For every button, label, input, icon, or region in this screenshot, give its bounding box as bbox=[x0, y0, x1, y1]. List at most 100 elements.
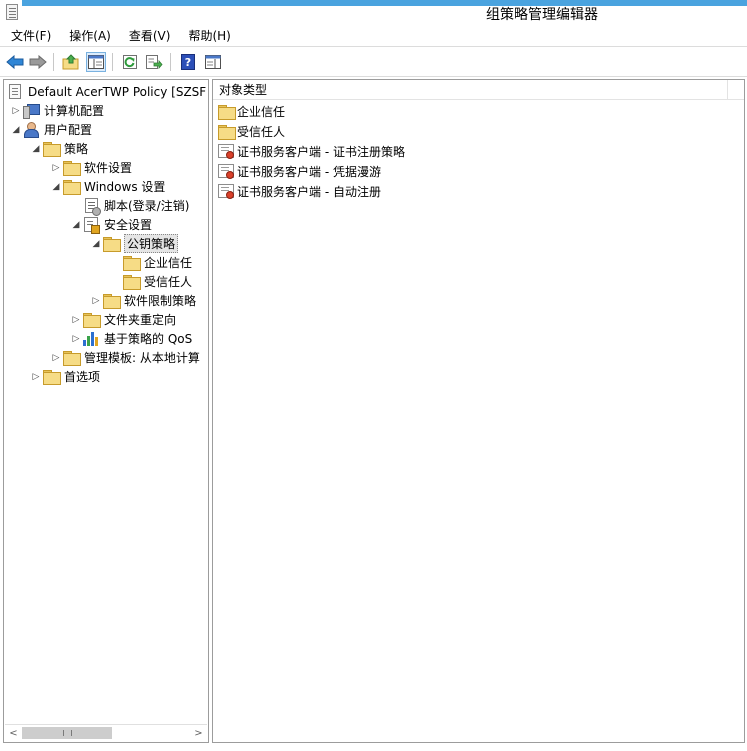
list-item-label: 企业信任 bbox=[237, 104, 286, 119]
scroll-left-arrow-icon[interactable]: < bbox=[5, 725, 22, 741]
title-bar: 组策略管理编辑器 bbox=[0, 0, 747, 25]
folder-icon bbox=[43, 142, 61, 157]
tree-item-policies[interactable]: ◢ 策略 bbox=[30, 139, 88, 158]
properties-pane-icon bbox=[205, 55, 221, 69]
column-header-object-type[interactable]: 对象类型 bbox=[213, 80, 728, 100]
list-item-trusted-people[interactable]: 受信任人 bbox=[217, 121, 285, 141]
export-list-icon bbox=[146, 55, 163, 70]
collapse-arrow-icon[interactable]: ◢ bbox=[90, 234, 102, 253]
folder-icon bbox=[83, 313, 101, 328]
tree-item-label: 文件夹重定向 bbox=[104, 313, 177, 327]
tree-item-label: 安全设置 bbox=[104, 218, 153, 232]
policy-document-icon bbox=[9, 84, 21, 99]
expand-arrow-icon[interactable]: ▷ bbox=[90, 291, 102, 310]
list-item-auto-enrollment[interactable]: 证书服务客户端 - 自动注册 bbox=[217, 181, 381, 201]
tree-item-public-key-policies[interactable]: ◢ 公钥策略 bbox=[90, 234, 179, 253]
tree-item-label: Windows 设置 bbox=[84, 180, 166, 194]
list-item-credential-roaming[interactable]: 证书服务客户端 - 凭据漫游 bbox=[217, 161, 381, 181]
certificate-icon bbox=[218, 184, 234, 199]
toolbar-separator bbox=[170, 53, 171, 71]
forward-arrow-icon bbox=[29, 55, 47, 69]
collapse-arrow-icon[interactable]: ◢ bbox=[70, 215, 82, 234]
refresh-button[interactable] bbox=[120, 52, 140, 72]
show-hide-tree-icon bbox=[88, 55, 104, 69]
expand-arrow-icon[interactable]: ▷ bbox=[70, 310, 82, 329]
up-level-button[interactable] bbox=[61, 52, 81, 72]
menu-file[interactable]: 文件(F) bbox=[11, 27, 51, 44]
toolbar: ? bbox=[0, 46, 747, 77]
tree-item-preferences[interactable]: ▷ 首选项 bbox=[30, 367, 100, 386]
tree-item-scripts[interactable]: 脚本(登录/注销) bbox=[70, 196, 190, 216]
details-list-pane[interactable]: 对象类型 企业信任 受信任人 证书服务客户端 - 证书注册策略 证书服务客户端 … bbox=[212, 79, 745, 743]
tree-item-policy-root[interactable]: Default AcerTWP Policy [SZSF bbox=[6, 82, 206, 101]
folder-icon bbox=[63, 351, 81, 366]
user-icon bbox=[23, 122, 39, 138]
tree-item-label: 管理模板: 从本地计算 bbox=[84, 351, 200, 365]
tree-horizontal-scrollbar[interactable]: < > bbox=[5, 724, 207, 741]
export-list-button[interactable] bbox=[144, 52, 164, 72]
tree-item-label: 首选项 bbox=[64, 370, 101, 384]
collapse-arrow-icon[interactable]: ◢ bbox=[10, 120, 22, 139]
folder-icon bbox=[63, 180, 81, 195]
expand-arrow-icon[interactable]: ▷ bbox=[30, 367, 42, 386]
tree-item-label: 公钥策略 bbox=[124, 234, 179, 253]
tree-item-label: 策略 bbox=[64, 142, 89, 156]
back-arrow-icon bbox=[6, 55, 24, 69]
list-header: 对象类型 bbox=[213, 80, 744, 100]
help-button[interactable]: ? bbox=[178, 52, 198, 72]
tree-item-trusted-people[interactable]: 受信任人 bbox=[110, 272, 192, 291]
tree-item-security-settings[interactable]: ◢ 安全设置 bbox=[70, 215, 152, 234]
menu-help[interactable]: 帮助(H) bbox=[188, 27, 230, 44]
tree-item-windows-settings[interactable]: ◢ Windows 设置 bbox=[50, 177, 165, 196]
tree-item-label: 用户配置 bbox=[44, 123, 93, 137]
tree-item-enterprise-trust[interactable]: 企业信任 bbox=[110, 253, 192, 272]
properties-pane-button[interactable] bbox=[203, 52, 223, 72]
menu-bar: 文件(F) 操作(A) 查看(V) 帮助(H) bbox=[0, 25, 747, 46]
help-icon: ? bbox=[181, 54, 195, 70]
folder-icon bbox=[43, 370, 61, 385]
back-button[interactable] bbox=[5, 52, 25, 72]
tree-item-admin-templates[interactable]: ▷ 管理模板: 从本地计算 bbox=[50, 348, 200, 367]
menu-action[interactable]: 操作(A) bbox=[69, 27, 111, 44]
toolbar-separator bbox=[53, 53, 54, 71]
tree-item-label: 受信任人 bbox=[144, 275, 193, 289]
window-title: 组策略管理编辑器 bbox=[486, 7, 598, 23]
tree-item-label: 基于策略的 QoS bbox=[104, 332, 193, 346]
script-icon bbox=[84, 198, 101, 216]
folder-icon bbox=[103, 294, 121, 309]
collapse-arrow-icon[interactable]: ◢ bbox=[30, 139, 42, 158]
menu-view[interactable]: 查看(V) bbox=[129, 27, 171, 44]
expand-arrow-icon[interactable]: ▷ bbox=[70, 329, 82, 348]
expand-arrow-icon[interactable]: ▷ bbox=[10, 101, 22, 120]
list-item-label: 受信任人 bbox=[237, 124, 286, 139]
security-settings-icon bbox=[84, 217, 100, 234]
computer-icon bbox=[23, 103, 40, 119]
list-item-cert-enrollment-policy[interactable]: 证书服务客户端 - 证书注册策略 bbox=[217, 141, 405, 161]
tree-item-folder-redirection[interactable]: ▷ 文件夹重定向 bbox=[70, 310, 176, 329]
tree-item-software-restriction[interactable]: ▷ 软件限制策略 bbox=[90, 291, 196, 310]
tree-item-computer-config[interactable]: ▷ 计算机配置 bbox=[10, 101, 104, 120]
tree-item-label: 脚本(登录/注销) bbox=[104, 199, 190, 213]
tree-item-policy-based-qos[interactable]: ▷ 基于策略的 QoS bbox=[70, 329, 192, 348]
show-hide-tree-button[interactable] bbox=[86, 52, 106, 72]
scroll-right-arrow-icon[interactable]: > bbox=[190, 725, 207, 741]
expand-arrow-icon[interactable]: ▷ bbox=[50, 158, 62, 177]
tree-item-label: 企业信任 bbox=[144, 256, 193, 270]
title-accent-strip bbox=[22, 0, 747, 6]
list-item-label: 证书服务客户端 - 自动注册 bbox=[237, 184, 381, 199]
folder-icon bbox=[63, 161, 81, 176]
folder-icon bbox=[103, 237, 121, 252]
list-item-enterprise-trust[interactable]: 企业信任 bbox=[217, 101, 285, 121]
tree-item-software-settings[interactable]: ▷ 软件设置 bbox=[50, 158, 132, 177]
up-folder-icon bbox=[62, 54, 79, 70]
expand-arrow-icon[interactable]: ▷ bbox=[50, 348, 62, 367]
collapse-arrow-icon[interactable]: ◢ bbox=[50, 177, 62, 196]
console-tree-pane[interactable]: Default AcerTWP Policy [SZSF ▷ 计算机配置 ◢ 用… bbox=[3, 79, 209, 743]
forward-button[interactable] bbox=[28, 52, 48, 72]
list-item-label: 证书服务客户端 - 凭据漫游 bbox=[237, 164, 381, 179]
tree-item-label: 软件限制策略 bbox=[124, 294, 197, 308]
app-document-icon[interactable] bbox=[6, 4, 18, 20]
certificate-icon bbox=[218, 164, 234, 179]
scrollbar-thumb[interactable] bbox=[22, 727, 112, 739]
tree-item-user-config[interactable]: ◢ 用户配置 bbox=[10, 120, 92, 139]
